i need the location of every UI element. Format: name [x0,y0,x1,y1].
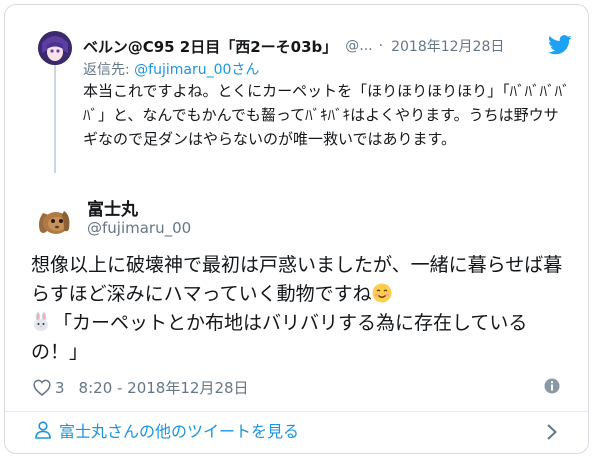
embedded-tweet-card: ベルン@C95 2日目「西2ーそ03b」 @... · 2018年12月28日 … [4,4,589,454]
info-icon[interactable] [544,378,560,394]
parent-display-name[interactable]: ベルン@C95 2日目「西2ーそ03b」 [83,36,337,57]
reply-to-line: 返信先: @fujimaru_00さん [83,59,259,79]
parent-tweet-text: 本当これですよね。とくにカーペットを「ほりほりほりほり」「ﾊﾞﾊﾞﾊﾞﾊﾞﾊﾞ」… [83,82,570,148]
main-avatar[interactable] [31,193,77,239]
main-tweet-text: 想像以上に破壊神で最初は戸惑いましたが、一緒に暮らせば暮らすほど深みにハマってい… [31,251,571,367]
person-icon [35,421,51,439]
parent-handle[interactable]: @... [345,38,372,54]
thread-line [54,63,56,173]
main-handle[interactable]: @fujimaru_00 [87,219,191,237]
twitter-bird-icon[interactable] [548,35,572,55]
parent-tweet[interactable]: ベルン@C95 2日目「西2ーそ03b」 @... · 2018年12月28日 … [5,5,588,183]
more-tweets-label[interactable]: 富士丸さんの他のツイートを見る [59,418,299,442]
footer-divider [5,411,588,412]
main-text-line2: 「カーペットとか布地はバリバリする為に存在しているの！」 [31,312,528,363]
reply-to-link[interactable]: @fujimaru_00さん [134,62,259,78]
reply-prefix: 返信先: [83,62,135,78]
tweet-timestamp[interactable]: 8:20 - 2018年12月28日 [79,377,249,398]
main-display-name[interactable]: 富士丸 [87,195,138,220]
tweet-actions: 3 8:20 - 2018年12月28日 [33,377,249,398]
chevron-right-icon[interactable] [546,423,558,441]
separator-dot: · [378,38,384,54]
rabbit-face-emoji [34,312,48,331]
smiling-face-emoji [372,283,392,303]
heart-icon[interactable] [33,379,51,396]
like-count[interactable]: 3 [55,379,65,397]
parent-header: ベルン@C95 2日目「西2ーそ03b」 @... · 2018年12月28日 [83,35,578,57]
parent-avatar[interactable] [38,31,72,65]
parent-date[interactable]: 2018年12月28日 [391,36,504,56]
more-tweets-link[interactable]: 富士丸さんの他のツイートを見る [35,418,299,442]
main-text-line1: 想像以上に破壊神で最初は戸惑いましたが、一緒に暮らせば暮らすほど深みにハマってい… [31,254,563,305]
